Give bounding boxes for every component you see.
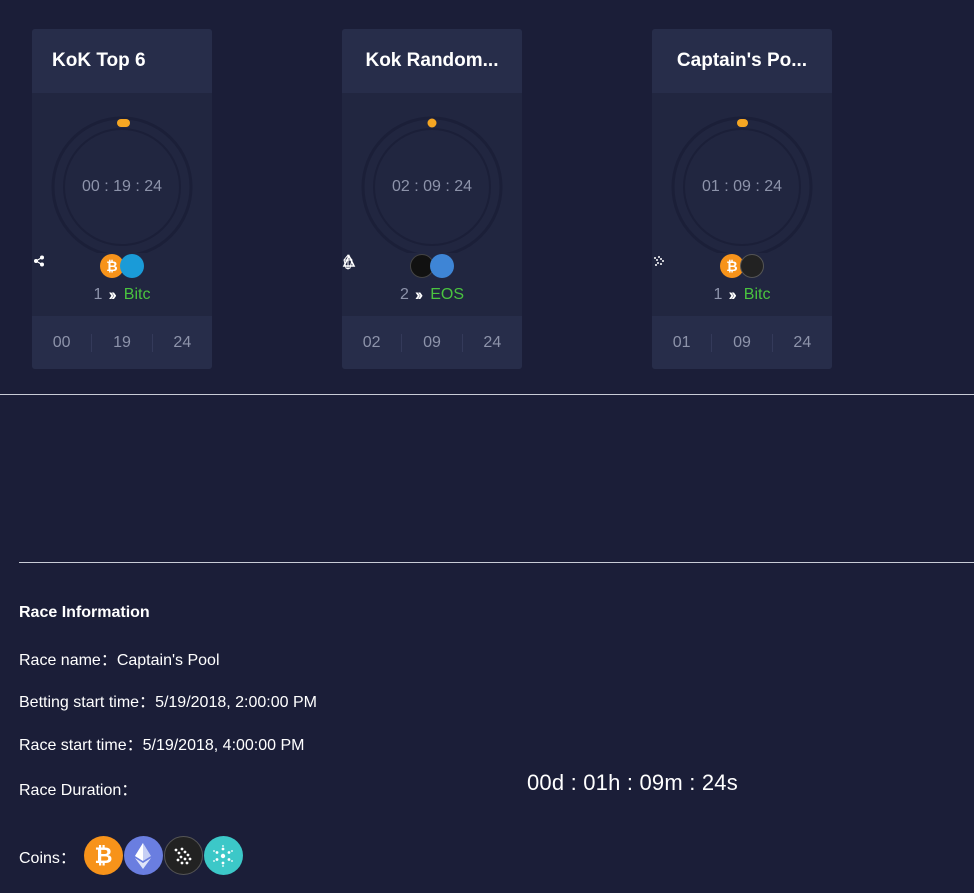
leader-coin: Bitc	[743, 286, 771, 303]
leader-coin: Bitc	[123, 286, 151, 303]
coin-pair: ₿	[652, 254, 832, 278]
countdown-segments: 01 09 24	[652, 316, 832, 369]
leader-row: 2 ›› EOS	[342, 285, 522, 305]
iota-icon	[654, 254, 764, 278]
bitcoin-icon: ₿	[83, 836, 123, 875]
countdown-ring: 00 : 19 : 24 ₿ 1 ›› Bitc	[32, 93, 212, 304]
seconds-segment: 24	[461, 333, 522, 352]
countdown-ring: 01 : 09 : 24 ₿ 1 ›› Bitc	[652, 93, 832, 304]
countdown-time: 00 : 19 : 24	[81, 178, 163, 195]
divider-top	[0, 394, 974, 395]
hours-segment: 01	[672, 333, 691, 351]
cardano-icon	[203, 836, 243, 875]
leader-coin: EOS	[430, 286, 465, 303]
ethereum-icon	[123, 836, 163, 875]
double-chevron-icon: ››	[414, 285, 424, 304]
countdown-ring: 02 : 09 : 24 2 ›› EOS	[342, 93, 522, 304]
race-duration-value: 00d : 01h : 09m : 24s	[527, 770, 738, 795]
leader-rank: 2	[399, 286, 409, 303]
betting-start-label: Betting start time：	[19, 694, 156, 711]
leader-rank: 1	[93, 286, 103, 303]
race-name-row: Race name：Captain's Pool	[19, 646, 220, 670]
hours-segment: 02	[362, 333, 381, 351]
race-name-label: Race name：	[19, 652, 117, 669]
race-card-captains-pool[interactable]: Captain's Po... 01 : 09 : 24 ₿ 1 ›› Bitc	[652, 29, 832, 369]
race-start-label: Race start time：	[19, 737, 143, 754]
race-card-kok-top-6[interactable]: KoK Top 6 00 : 19 : 24 ₿ 1 ›› Bitc 00 19…	[32, 29, 212, 369]
ripple-icon	[34, 254, 144, 278]
ark-icon	[342, 254, 454, 278]
race-card-title: Captain's Po...	[652, 29, 832, 93]
double-chevron-icon: ››	[108, 285, 117, 304]
race-page: KoK Top 6 00 : 19 : 24 ₿ 1 ›› Bitc 00 19…	[0, 0, 974, 893]
minutes-segment: 19	[91, 333, 151, 352]
coins-row: Coins： ₿	[19, 836, 244, 875]
countdown-segments: 02 09 24	[342, 316, 522, 369]
betting-start-row: Betting start time：5/19/2018, 2:00:00 PM	[19, 688, 317, 712]
race-card-title: Kok Random...	[342, 29, 522, 93]
race-name-value: Captain's Pool	[116, 652, 220, 669]
double-chevron-icon: ››	[728, 285, 737, 304]
leader-rank: 1	[713, 286, 723, 303]
divider-bottom	[19, 562, 974, 563]
countdown-segments: 00 19 24	[32, 316, 212, 369]
coin-pair	[342, 254, 522, 278]
countdown-time: 01 : 09 : 24	[701, 178, 783, 195]
minutes-segment: 09	[401, 333, 461, 352]
leader-row: 1 ›› Bitc	[32, 285, 212, 305]
minutes-segment: 09	[711, 333, 771, 352]
race-card-kok-random[interactable]: Kok Random... 02 : 09 : 24 2 ›› EOS 02 0…	[342, 29, 522, 369]
seconds-segment: 24	[151, 333, 212, 352]
betting-start-value: 5/19/2018, 2:00:00 PM	[155, 694, 317, 711]
hours-segment: 00	[52, 333, 71, 351]
iota-icon	[163, 836, 203, 875]
coins-label: Coins：	[19, 849, 76, 867]
countdown-time: 02 : 09 : 24	[391, 178, 473, 195]
race-card-title: KoK Top 6	[32, 29, 212, 93]
race-duration-label: Race Duration：	[19, 782, 138, 799]
race-info-heading: Race Information	[19, 604, 150, 621]
race-start-row: Race start time：5/19/2018, 4:00:00 PM	[19, 731, 305, 755]
race-start-value: 5/19/2018, 4:00:00 PM	[142, 737, 305, 754]
coin-pair: ₿	[32, 254, 212, 278]
leader-row: 1 ›› Bitc	[652, 285, 832, 305]
seconds-segment: 24	[771, 333, 832, 352]
